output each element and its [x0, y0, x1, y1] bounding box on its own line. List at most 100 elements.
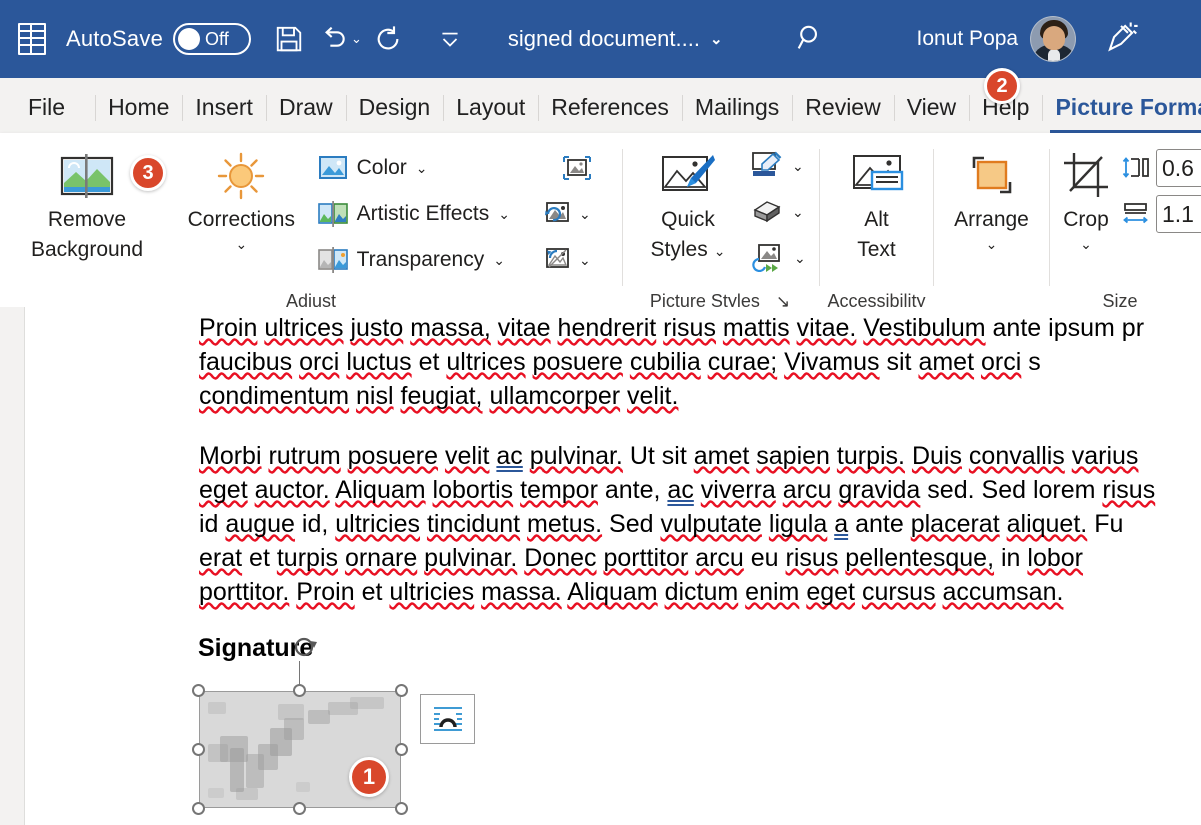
compress-pictures-button[interactable]	[532, 145, 622, 191]
corrections-button[interactable]: Corrections ⌄	[177, 147, 306, 253]
resize-handle-top-right[interactable]	[395, 684, 408, 697]
alt-text-label-line2: Text	[857, 238, 896, 262]
tab-mailings[interactable]: Mailings	[681, 81, 792, 133]
document-title: signed document....	[507, 26, 700, 51]
shape-height-input[interactable]: 0.6	[1156, 149, 1201, 187]
resize-handle-top-left[interactable]	[192, 684, 205, 697]
resize-handle-top-center[interactable]	[293, 684, 306, 697]
redo-button[interactable]	[368, 17, 408, 61]
crop-icon	[1060, 147, 1112, 205]
title-bar: AutoSave Off ⌄ signed document.... ⌄ Ion…	[0, 0, 1201, 78]
search-icon	[797, 25, 817, 49]
picture-effects-chevron-icon[interactable]: ⌄	[792, 204, 804, 221]
tab-references[interactable]: References	[538, 81, 682, 133]
document-title-area[interactable]: signed document.... ⌄	[508, 26, 723, 52]
transparency-label: Transparency	[356, 248, 485, 271]
picture-border-button[interactable]: ⌄	[745, 143, 817, 189]
paragraph-1-line-2: faucibus orci luctus et ultrices posuere…	[199, 348, 1041, 376]
ribbon-group-accessibility: Alt Text Accessibility	[820, 133, 933, 320]
corrections-chevron-icon[interactable]: ⌄	[235, 236, 247, 253]
tab-layout[interactable]: Layout	[443, 81, 538, 133]
arrange-label: Arrange	[954, 208, 1029, 231]
word-application-window: AutoSave Off ⌄ signed document.... ⌄ Ion…	[0, 0, 1201, 825]
undo-button[interactable]	[313, 17, 353, 61]
arrange-chevron-icon[interactable]: ⌄	[986, 236, 998, 253]
transparency-chevron-icon[interactable]: ⌄	[493, 252, 505, 269]
change-picture-icon	[545, 202, 569, 222]
transparency-button[interactable]: Transparency ⌄	[314, 237, 514, 283]
tab-home[interactable]: Home	[95, 81, 182, 133]
badge-2: 2	[984, 68, 1020, 104]
reset-picture-button[interactable]: ⌄	[532, 237, 622, 283]
ribbon-group-picture-styles: Quick Styles ⌄ ⌄ ⌄ ⌄ Picture Styles ↘	[623, 133, 819, 320]
rotate-handle[interactable]	[292, 633, 320, 661]
paragraph-2-line-1: Morbi rutrum posuere velit ac pulvinar. …	[199, 442, 1139, 470]
document-title-chevron-icon[interactable]: ⌄	[710, 30, 723, 48]
ribbon-group-size: Crop ⌄ 0.6 1.1 Size	[1050, 133, 1201, 320]
picture-layout-chevron-icon[interactable]: ⌄	[794, 250, 806, 267]
badge-1: 1	[349, 757, 389, 797]
quick-styles-label-line2: Styles	[650, 238, 708, 262]
transparency-icon	[317, 247, 348, 273]
color-button[interactable]: Color ⌄	[314, 145, 514, 191]
artistic-effects-icon	[317, 201, 348, 227]
color-label: Color	[356, 156, 407, 179]
tab-design[interactable]: Design	[345, 81, 444, 133]
layout-options-button[interactable]	[420, 694, 475, 744]
arrange-icon	[964, 147, 1020, 205]
alt-text-label-line1: Alt	[864, 208, 889, 231]
alt-text-button[interactable]: Alt Text	[827, 147, 927, 266]
resize-handle-middle-right[interactable]	[395, 743, 408, 756]
crop-chevron-icon[interactable]: ⌄	[1080, 236, 1092, 253]
autosave-toggle[interactable]: Off	[173, 23, 252, 55]
artistic-effects-chevron-icon[interactable]: ⌄	[498, 206, 510, 223]
tab-draw[interactable]: Draw	[265, 81, 346, 133]
quick-styles-button[interactable]: Quick Styles ⌄	[633, 147, 743, 266]
picture-effects-button[interactable]: ⌄	[745, 189, 817, 235]
avatar[interactable]	[1030, 16, 1077, 62]
paragraph-2-line-4: erat et turpis ornare pulvinar. Donec po…	[199, 544, 1083, 572]
remove-background-icon	[59, 147, 115, 205]
paragraph-2-line-5: porttitor. Proin et ultricies massa. Ali…	[199, 578, 1064, 606]
color-chevron-icon[interactable]: ⌄	[416, 160, 428, 177]
resize-handle-middle-left[interactable]	[192, 743, 205, 756]
quick-styles-chevron-icon[interactable]: ⌄	[714, 243, 726, 260]
text-wrapping-icon	[433, 707, 462, 731]
save-button[interactable]	[269, 17, 309, 61]
reset-picture-chevron-icon[interactable]: ⌄	[579, 252, 591, 269]
tab-view[interactable]: View	[893, 81, 969, 133]
autosave-label: AutoSave	[66, 26, 164, 51]
artistic-effects-button[interactable]: Artistic Effects ⌄	[314, 191, 514, 237]
selected-signature-image[interactable]: 1	[192, 637, 408, 815]
arrange-button[interactable]: Arrange ⌄	[937, 147, 1047, 253]
save-icon	[276, 26, 302, 52]
tab-picture-format[interactable]: Picture Format	[1042, 81, 1201, 133]
redo-icon	[377, 26, 399, 50]
resize-handle-bottom-center[interactable]	[293, 802, 306, 815]
tab-insert[interactable]: Insert	[182, 81, 266, 133]
picture-layout-button[interactable]: ⌄	[745, 235, 817, 281]
customize-quick-access-button[interactable]	[430, 17, 470, 61]
crop-button[interactable]: Crop ⌄	[1050, 147, 1122, 253]
tab-review[interactable]: Review	[792, 81, 893, 133]
undo-icon	[325, 26, 345, 47]
change-picture-button[interactable]: ⌄	[532, 191, 622, 237]
chevron-down-icon	[442, 32, 458, 47]
remove-background-label-line1: Remove	[47, 208, 127, 231]
shape-width-input[interactable]: 1.1	[1156, 195, 1201, 233]
ribbon-group-arrange: Arrange ⌄	[934, 133, 1049, 320]
corrections-brightness-icon	[215, 147, 267, 205]
alt-text-icon	[848, 147, 906, 205]
search-button[interactable]	[793, 20, 827, 59]
tab-file[interactable]: File	[0, 81, 95, 133]
quick-styles-icon	[657, 147, 719, 205]
change-picture-chevron-icon[interactable]: ⌄	[579, 206, 591, 223]
resize-handle-bottom-left[interactable]	[192, 802, 205, 815]
picture-border-chevron-icon[interactable]: ⌄	[792, 158, 804, 175]
toggle-knob	[178, 28, 201, 50]
artistic-effects-label: Artistic Effects	[356, 202, 490, 225]
word-logo-icon	[14, 21, 50, 57]
pen-highlighter-button[interactable]	[1104, 19, 1138, 60]
picture-format-ribbon: Remove Background Corrections ⌄ Color ⌄ …	[0, 133, 1201, 320]
resize-handle-bottom-right[interactable]	[395, 802, 408, 815]
